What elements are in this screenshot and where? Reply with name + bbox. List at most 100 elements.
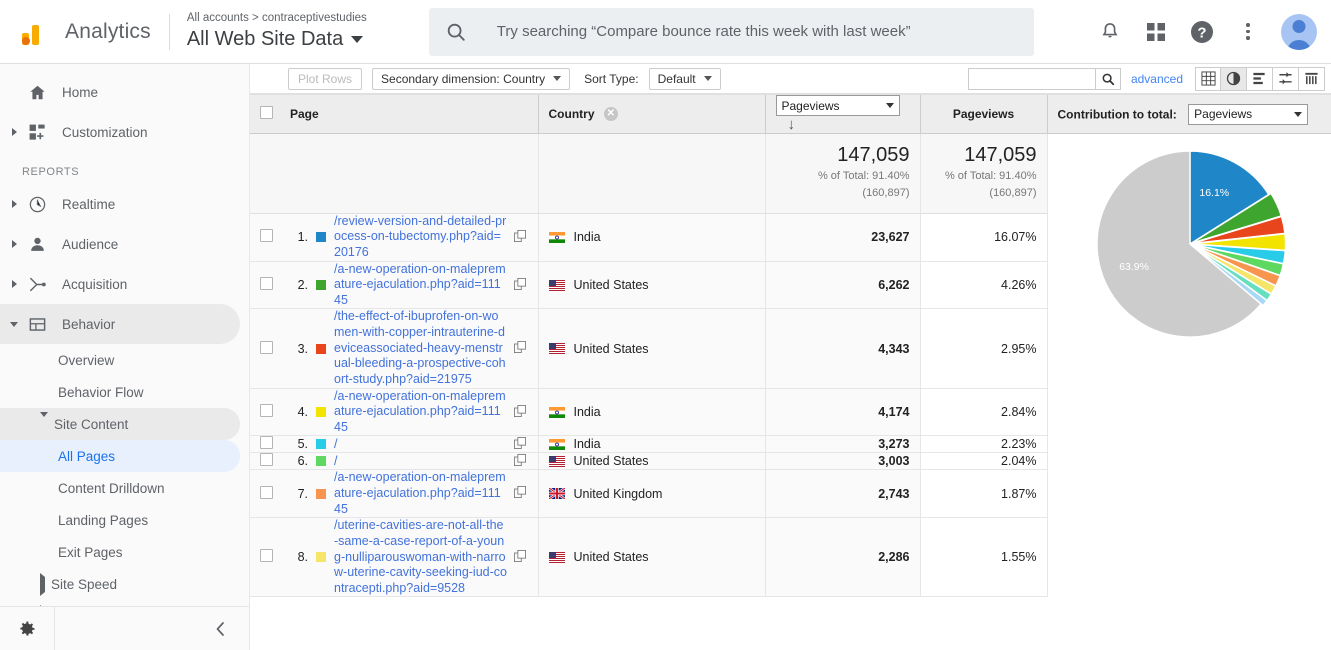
pie-view-button[interactable] xyxy=(1221,67,1247,91)
page-cell: 2./a-new-operation-on-malepremature-ejac… xyxy=(280,261,538,309)
notifications-button[interactable] xyxy=(1089,11,1131,53)
comparison-view-button[interactable] xyxy=(1273,67,1299,91)
row-select-cell[interactable] xyxy=(250,470,280,518)
page-link[interactable]: /a-new-operation-on-malepremature-ejacul… xyxy=(334,262,508,309)
sidebar-item-customization[interactable]: Customization xyxy=(0,112,240,152)
page-link[interactable]: /a-new-operation-on-malepremature-ejacul… xyxy=(334,470,508,517)
row-checkbox[interactable] xyxy=(260,436,273,449)
page-link[interactable]: /uterine-cavities-are-not-all-the-same-a… xyxy=(334,518,508,596)
remove-secondary-dimension-icon[interactable]: ✕ xyxy=(604,107,618,121)
sidebar-item-site-content[interactable]: Site Content xyxy=(0,408,240,440)
country-cell: United States xyxy=(538,309,765,388)
row-checkbox[interactable] xyxy=(260,486,273,499)
pageviews-cell: 3,273 xyxy=(765,436,920,453)
sidebar-item-audience[interactable]: Audience xyxy=(0,224,240,264)
page-cell: 5./ xyxy=(280,436,538,453)
open-page-icon[interactable] xyxy=(514,550,528,565)
open-page-icon[interactable] xyxy=(514,230,528,245)
row-select-cell[interactable] xyxy=(250,388,280,436)
pivot-view-button[interactable] xyxy=(1299,67,1325,91)
sidebar-item-site-speed[interactable]: Site Speed xyxy=(0,568,240,600)
country-flag-icon xyxy=(549,280,565,291)
select-all-checkbox[interactable] xyxy=(260,106,273,119)
collapse-arrow-icon[interactable] xyxy=(6,322,22,327)
row-select-cell[interactable] xyxy=(250,213,280,261)
sidebar-item-overview[interactable]: Overview xyxy=(0,344,240,376)
select-all-header[interactable] xyxy=(250,95,280,134)
open-page-icon[interactable] xyxy=(514,405,528,420)
row-select-cell[interactable] xyxy=(250,261,280,309)
global-search[interactable] xyxy=(429,8,1034,56)
row-checkbox[interactable] xyxy=(260,277,273,290)
open-page-icon[interactable] xyxy=(514,278,528,293)
sidebar-item-landing-pages[interactable]: Landing Pages xyxy=(0,504,240,536)
apps-grid-button[interactable] xyxy=(1135,11,1177,53)
sidebar-item-home[interactable]: Home xyxy=(0,72,240,112)
expand-arrow-icon[interactable] xyxy=(6,280,22,288)
performance-view-button[interactable] xyxy=(1247,67,1273,91)
avatar[interactable] xyxy=(1281,14,1317,50)
expand-arrow-icon[interactable] xyxy=(6,128,22,136)
sidebar-item-behavior-flow[interactable]: Behavior Flow xyxy=(0,376,240,408)
collapse-sidebar-button[interactable] xyxy=(55,621,250,637)
open-page-icon[interactable] xyxy=(514,341,528,356)
row-checkbox[interactable] xyxy=(260,453,273,466)
series-color-swatch xyxy=(316,439,326,449)
country-name: India xyxy=(574,405,601,419)
metric-select[interactable]: Pageviews xyxy=(776,95,900,116)
table-search-button[interactable] xyxy=(1095,68,1121,90)
admin-settings-button[interactable] xyxy=(0,619,54,639)
pageviews-column-header[interactable]: Pageviews xyxy=(920,95,1047,134)
collapse-arrow-icon[interactable] xyxy=(40,417,48,432)
row-select-cell[interactable] xyxy=(250,453,280,470)
page-link[interactable]: /review-version-and-detailed-process-on-… xyxy=(334,214,508,261)
row-checkbox[interactable] xyxy=(260,549,273,562)
sidebar-item-all-pages[interactable]: All Pages xyxy=(0,440,240,472)
sidebar-subitem-label: Landing Pages xyxy=(58,513,148,528)
account-selector[interactable]: All accounts > contraceptivestudies All … xyxy=(187,12,367,51)
page-link[interactable]: /a-new-operation-on-malepremature-ejacul… xyxy=(334,389,508,436)
row-checkbox[interactable] xyxy=(260,229,273,242)
expand-arrow-icon[interactable] xyxy=(6,240,22,248)
all-pages-table: Page Country ✕ Pageviews ↓ Pageviews xyxy=(250,94,1331,597)
row-checkbox[interactable] xyxy=(260,404,273,417)
sidebar-item-realtime[interactable]: Realtime xyxy=(0,184,240,224)
table-view-button[interactable] xyxy=(1195,67,1221,91)
table-search-input[interactable] xyxy=(968,68,1095,90)
country-cell: India xyxy=(538,436,765,453)
country-name: United States xyxy=(574,278,649,292)
row-select-cell[interactable] xyxy=(250,309,280,388)
sidebar-item-exit-pages[interactable]: Exit Pages xyxy=(0,536,240,568)
sidebar-item-content-drilldown[interactable]: Content Drilldown xyxy=(0,472,240,504)
advanced-link[interactable]: advanced xyxy=(1131,72,1183,86)
sidebar-item-behavior[interactable]: Behavior xyxy=(0,304,240,344)
open-page-icon[interactable] xyxy=(514,486,528,501)
row-checkbox[interactable] xyxy=(260,341,273,354)
country-column-header[interactable]: Country ✕ xyxy=(538,95,765,134)
search-input[interactable] xyxy=(495,22,1018,41)
sort-descending-icon[interactable]: ↓ xyxy=(788,116,796,133)
more-options-button[interactable] xyxy=(1227,11,1269,53)
brand[interactable]: Analytics xyxy=(0,0,169,64)
totals-pageviews2: 147,059 % of Total: 91.40% (160,897) xyxy=(920,134,1047,214)
contribution-metric-select[interactable]: Pageviews xyxy=(1188,104,1308,125)
page-link[interactable]: /the-effect-of-ibuprofen-on-women-with-c… xyxy=(334,309,508,387)
expand-arrow-icon[interactable] xyxy=(6,200,22,208)
page-link[interactable]: / xyxy=(334,437,508,453)
series-color-swatch xyxy=(316,232,326,242)
page-column-header[interactable]: Page xyxy=(280,95,538,134)
help-button[interactable]: ? xyxy=(1181,11,1223,53)
secondary-dimension-button[interactable]: Secondary dimension: Country xyxy=(372,68,570,90)
page-link[interactable]: / xyxy=(334,454,508,470)
open-page-icon[interactable] xyxy=(514,454,528,469)
plot-rows-button[interactable]: Plot Rows xyxy=(288,68,362,90)
chevron-down-icon[interactable] xyxy=(351,36,363,43)
sidebar-item-label: Realtime xyxy=(62,197,115,212)
open-page-icon[interactable] xyxy=(514,437,528,452)
row-select-cell[interactable] xyxy=(250,436,280,453)
expand-arrow-icon[interactable] xyxy=(40,577,45,592)
sidebar-item-acquisition[interactable]: Acquisition xyxy=(0,264,240,304)
country-cell: India xyxy=(538,388,765,436)
sort-type-select[interactable]: Default xyxy=(649,68,721,90)
row-select-cell[interactable] xyxy=(250,518,280,597)
